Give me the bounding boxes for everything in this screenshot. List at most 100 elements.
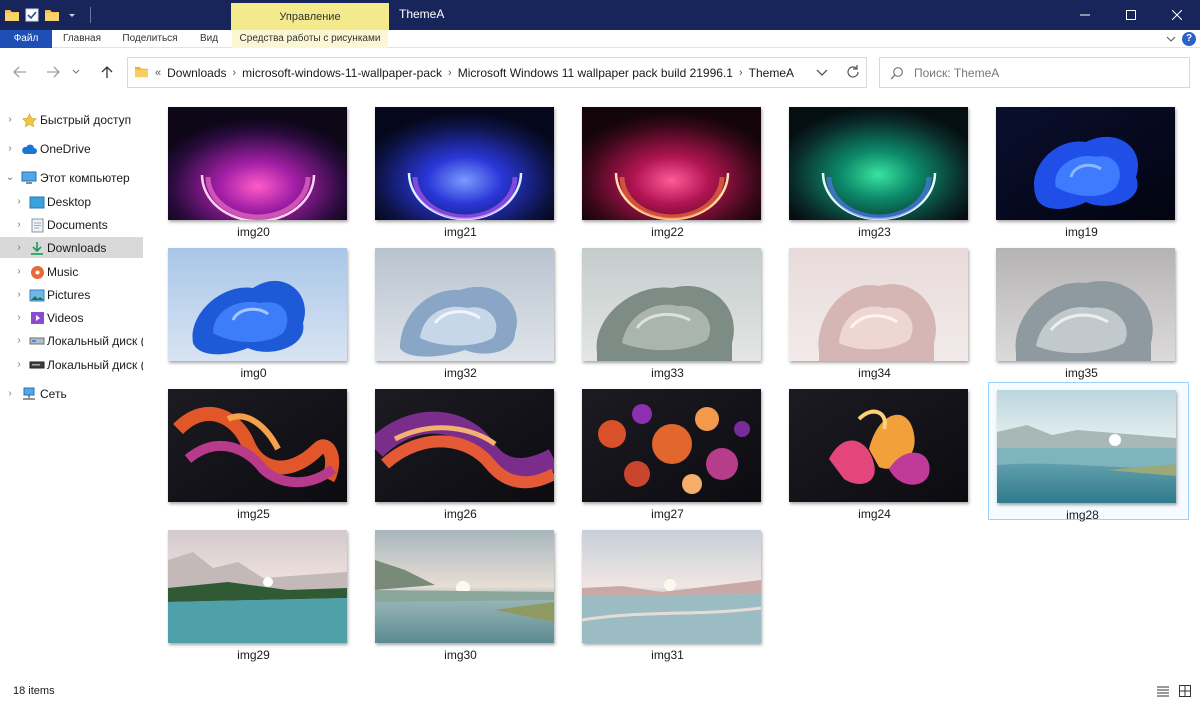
expand-chevron-icon[interactable]: › bbox=[14, 214, 24, 235]
file-item-img21[interactable]: img21 bbox=[357, 100, 558, 239]
sidebar-item-local-disk-c[interactable]: › Локальный диск (С bbox=[0, 330, 143, 351]
large-icons-view-icon[interactable] bbox=[1178, 684, 1192, 698]
image-thumbnail bbox=[375, 248, 554, 361]
file-name: img32 bbox=[444, 366, 477, 380]
tab-view[interactable]: Вид bbox=[190, 30, 228, 48]
file-name: img19 bbox=[1065, 225, 1098, 239]
breadcrumb-overflow[interactable]: « bbox=[155, 67, 161, 79]
breadcrumb-build[interactable]: Microsoft Windows 11 wallpaper pack buil… bbox=[458, 66, 733, 80]
breadcrumb-separator[interactable]: › bbox=[233, 67, 237, 79]
breadcrumb-separator[interactable]: › bbox=[448, 67, 452, 79]
file-item-img25[interactable]: img25 bbox=[150, 382, 351, 521]
expand-chevron-icon[interactable]: › bbox=[5, 383, 15, 404]
sidebar-item-onedrive[interactable]: › OneDrive bbox=[0, 138, 143, 159]
file-item-img35[interactable]: img35 bbox=[978, 241, 1179, 380]
image-thumbnail bbox=[582, 530, 761, 643]
file-name: img28 bbox=[1066, 508, 1099, 522]
expand-chevron-icon[interactable]: › bbox=[14, 330, 24, 351]
forward-button[interactable] bbox=[43, 62, 63, 82]
file-item-img20[interactable]: img20 bbox=[150, 100, 351, 239]
sidebar-item-desktop[interactable]: › Desktop bbox=[0, 191, 143, 212]
minimize-button[interactable] bbox=[1062, 0, 1108, 30]
file-item-img26[interactable]: img26 bbox=[357, 382, 558, 521]
expand-ribbon-icon[interactable] bbox=[1166, 32, 1176, 46]
folder-icon bbox=[134, 65, 149, 81]
sidebar-item-documents[interactable]: › Documents bbox=[0, 214, 143, 235]
sidebar-item-downloads[interactable]: › Downloads bbox=[0, 237, 143, 258]
address-bar[interactable]: « Downloads › microsoft-windows-11-wallp… bbox=[127, 57, 867, 88]
file-name: img23 bbox=[858, 225, 891, 239]
tab-home[interactable]: Главная bbox=[54, 30, 110, 48]
expand-chevron-icon[interactable]: › bbox=[14, 191, 24, 212]
tab-file[interactable]: Файл bbox=[0, 30, 52, 48]
image-thumbnail bbox=[789, 248, 968, 361]
sidebar-item-local-disk-d[interactable]: › Локальный диск (D bbox=[0, 354, 143, 375]
sidebar-item-this-pc[interactable]: ⌄ Этот компьютер bbox=[0, 167, 143, 188]
toolbar-divider bbox=[90, 7, 91, 23]
sidebar-item-network[interactable]: › Сеть bbox=[0, 383, 143, 404]
sidebar-item-quick-access[interactable]: › Быстрый доступ bbox=[0, 109, 143, 130]
breadcrumb-downloads[interactable]: Downloads bbox=[167, 66, 226, 80]
network-icon bbox=[21, 386, 37, 402]
sidebar-item-videos[interactable]: › Videos bbox=[0, 307, 143, 328]
contextual-tab-manage[interactable]: Управление bbox=[231, 3, 389, 30]
file-item-img19[interactable]: img19 bbox=[978, 100, 1179, 239]
expand-chevron-icon[interactable]: › bbox=[14, 261, 24, 282]
file-item-img24[interactable]: img24 bbox=[771, 382, 972, 521]
download-icon bbox=[29, 240, 45, 256]
image-thumbnail bbox=[168, 530, 347, 643]
file-item-img29[interactable]: img29 bbox=[150, 523, 351, 662]
back-button[interactable] bbox=[10, 62, 30, 82]
videos-icon bbox=[29, 310, 45, 326]
file-item-img27[interactable]: img27 bbox=[564, 382, 765, 521]
search-input[interactable] bbox=[914, 63, 1174, 83]
expand-chevron-icon[interactable]: › bbox=[14, 354, 24, 375]
expand-chevron-icon[interactable]: › bbox=[5, 109, 15, 130]
file-name: img24 bbox=[858, 507, 891, 521]
tab-share[interactable]: Поделиться bbox=[112, 30, 188, 48]
refresh-icon[interactable] bbox=[845, 64, 861, 83]
breadcrumb-wallpaper-pack[interactable]: microsoft-windows-11-wallpaper-pack bbox=[242, 66, 442, 80]
file-item-img33[interactable]: img33 bbox=[564, 241, 765, 380]
file-name: img33 bbox=[651, 366, 684, 380]
sidebar-item-label: Быстрый доступ bbox=[40, 113, 132, 127]
image-thumbnail bbox=[582, 107, 761, 220]
file-item-img0[interactable]: img0 bbox=[150, 241, 351, 380]
maximize-button[interactable] bbox=[1108, 0, 1154, 30]
sidebar-item-label: Desktop bbox=[47, 195, 92, 209]
file-name: img35 bbox=[1065, 366, 1098, 380]
file-item-img31[interactable]: img31 bbox=[564, 523, 765, 662]
customize-toolbar-icon[interactable] bbox=[64, 7, 80, 23]
file-item-img22[interactable]: img22 bbox=[564, 100, 765, 239]
desktop-icon bbox=[29, 194, 45, 210]
expand-chevron-icon[interactable]: › bbox=[5, 138, 15, 159]
address-history-dropdown[interactable] bbox=[816, 66, 828, 80]
search-box[interactable] bbox=[879, 57, 1190, 88]
properties-icon[interactable] bbox=[24, 7, 40, 23]
up-button[interactable] bbox=[97, 62, 117, 82]
folder-icon[interactable] bbox=[4, 7, 20, 23]
expand-chevron-icon[interactable]: › bbox=[14, 284, 24, 305]
breadcrumb-themea[interactable]: ThemeA bbox=[749, 66, 794, 80]
collapse-chevron-icon[interactable]: ⌄ bbox=[5, 167, 15, 188]
breadcrumb-separator[interactable]: › bbox=[739, 67, 743, 79]
breadcrumb: « Downloads › microsoft-windows-11-wallp… bbox=[134, 58, 794, 87]
file-item-img28[interactable]: img28 bbox=[988, 382, 1189, 522]
sidebar-item-music[interactable]: › Music bbox=[0, 261, 143, 282]
file-item-img30[interactable]: img30 bbox=[357, 523, 558, 662]
file-name: img27 bbox=[651, 507, 684, 521]
image-thumbnail bbox=[789, 389, 968, 502]
recent-locations-button[interactable] bbox=[70, 62, 82, 82]
details-view-icon[interactable] bbox=[1156, 684, 1170, 698]
file-item-img32[interactable]: img32 bbox=[357, 241, 558, 380]
file-item-img34[interactable]: img34 bbox=[771, 241, 972, 380]
expand-chevron-icon[interactable]: › bbox=[14, 237, 24, 258]
file-item-img23[interactable]: img23 bbox=[771, 100, 972, 239]
close-button[interactable] bbox=[1154, 0, 1200, 30]
expand-chevron-icon[interactable]: › bbox=[14, 307, 24, 328]
new-folder-icon[interactable] bbox=[44, 7, 60, 23]
tab-picture-tools[interactable]: Средства работы с рисунками bbox=[232, 30, 388, 48]
sidebar-item-pictures[interactable]: › Pictures bbox=[0, 284, 143, 305]
help-icon[interactable]: ? bbox=[1182, 32, 1196, 46]
title-bar: Управление ThemeA bbox=[0, 0, 1200, 30]
